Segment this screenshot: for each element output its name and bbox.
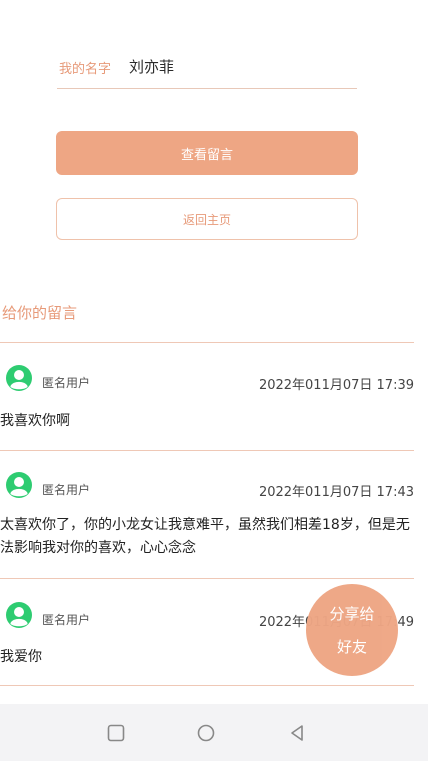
- name-label: 我的名字: [59, 62, 112, 77]
- share-label-line1: 分享给: [329, 605, 375, 623]
- view-messages-button[interactable]: 查看留言: [56, 131, 358, 175]
- message-time: 2022年011月07日 17:39: [258, 378, 414, 393]
- user-avatar-icon: [6, 365, 32, 391]
- share-label-line2: 好友: [336, 638, 367, 656]
- back-home-button[interactable]: 返回主页: [56, 198, 358, 240]
- system-nav-bar: [0, 704, 428, 761]
- message-user: 匿名用户: [42, 376, 91, 390]
- triangle-back-icon[interactable]: [286, 722, 308, 744]
- divider: [0, 342, 414, 343]
- message-time: 2022年011月07日 17:43: [258, 485, 414, 500]
- message-content: 太喜欢你了，你的小龙女让我意难平，虽然我们相差18岁，但是无法影响我对你的喜欢，…: [0, 517, 410, 556]
- name-row: 我的名字 刘亦菲: [57, 50, 357, 89]
- user-avatar-icon: [6, 472, 32, 498]
- user-avatar-icon: [6, 602, 32, 628]
- circle-icon[interactable]: [195, 722, 217, 744]
- divider: [0, 450, 414, 451]
- message-user: 匿名用户: [42, 613, 91, 627]
- share-to-friend-button[interactable]: 分享给 好友: [306, 584, 398, 676]
- message-user: 匿名用户: [42, 483, 91, 497]
- message-content: 我喜欢你啊: [0, 413, 70, 429]
- square-icon[interactable]: [105, 722, 127, 744]
- section-title: 给你的留言: [2, 304, 78, 322]
- name-value: 刘亦菲: [129, 58, 175, 76]
- divider: [0, 578, 414, 579]
- divider: [0, 685, 414, 686]
